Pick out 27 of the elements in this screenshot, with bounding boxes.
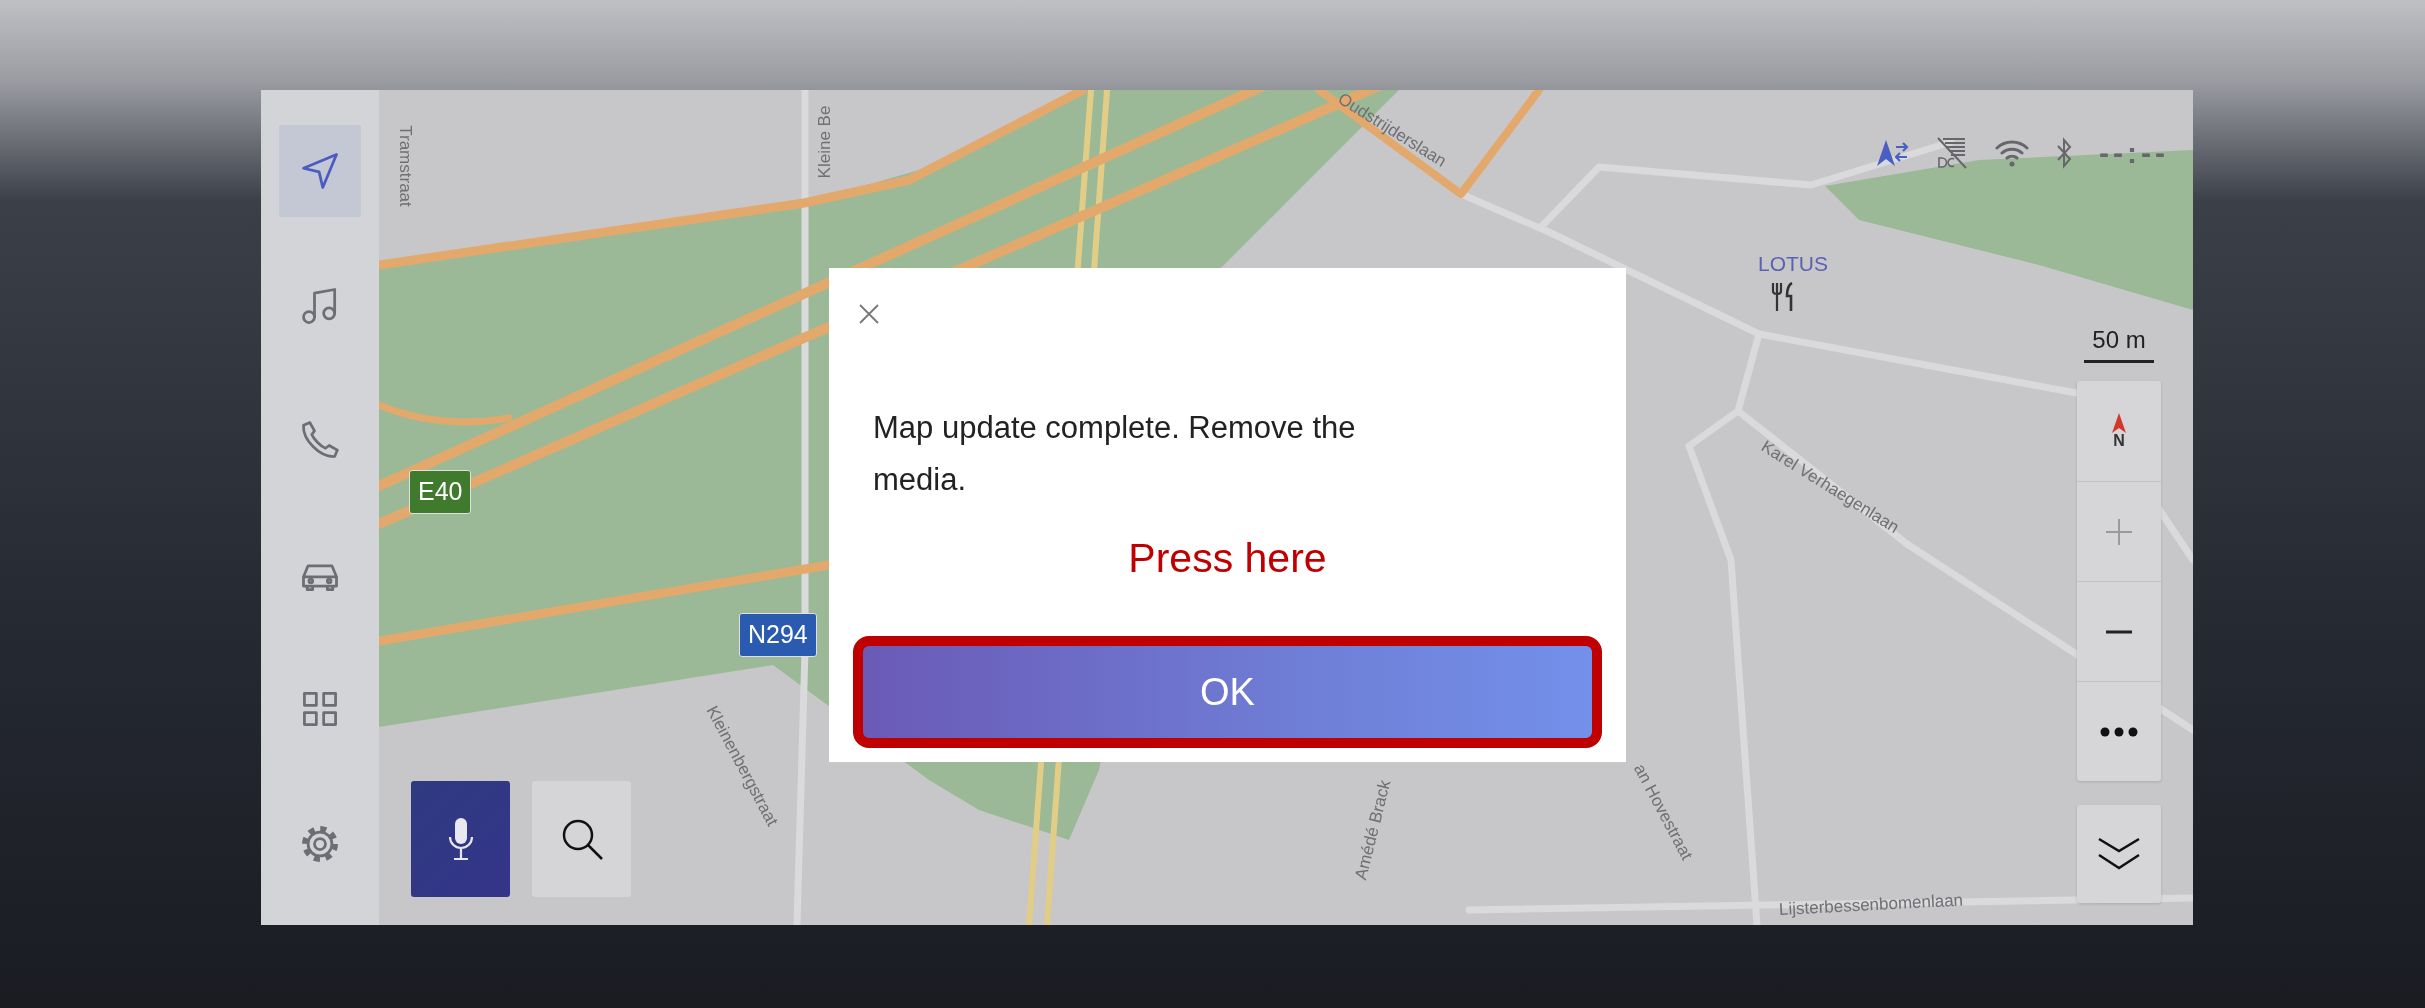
dialog-message: Map update complete. Remove the media. (873, 409, 1357, 499)
plus-icon (2105, 517, 2133, 546)
north-arrow-icon (2112, 413, 2126, 433)
compass-button[interactable]: N (2077, 381, 2161, 481)
street-label: Amédé Brack (1350, 777, 1396, 883)
more-icon (2100, 726, 2138, 737)
voice-button[interactable] (411, 781, 510, 897)
microphone-icon (447, 817, 474, 861)
street-label: Lijsterbessenbomenlaan (1778, 889, 1964, 922)
sidebar-item[interactable] (279, 125, 361, 218)
poi-label: LOTUS (1758, 251, 1828, 277)
bluetooth-icon (2055, 136, 2074, 169)
road-shield: N294 (739, 613, 817, 657)
street-label: Kleine Be (814, 105, 836, 179)
close-icon (859, 304, 879, 324)
street-label: Tramstraat (394, 125, 416, 207)
clock-text: --:-- (2099, 135, 2169, 171)
scale-bar: 50 m (2084, 322, 2154, 363)
search-button[interactable] (532, 781, 631, 897)
road-shield: E40 (409, 470, 472, 514)
ok-button[interactable]: OK (853, 636, 1602, 748)
compass-label: N (2113, 433, 2125, 449)
press-here-hint: Press here (1127, 534, 1328, 583)
collapse-button[interactable] (2077, 805, 2161, 903)
double-chevron-down-icon (2097, 837, 2141, 871)
minus-icon (2106, 629, 2132, 634)
dc-crossed-icon (1935, 135, 1970, 170)
